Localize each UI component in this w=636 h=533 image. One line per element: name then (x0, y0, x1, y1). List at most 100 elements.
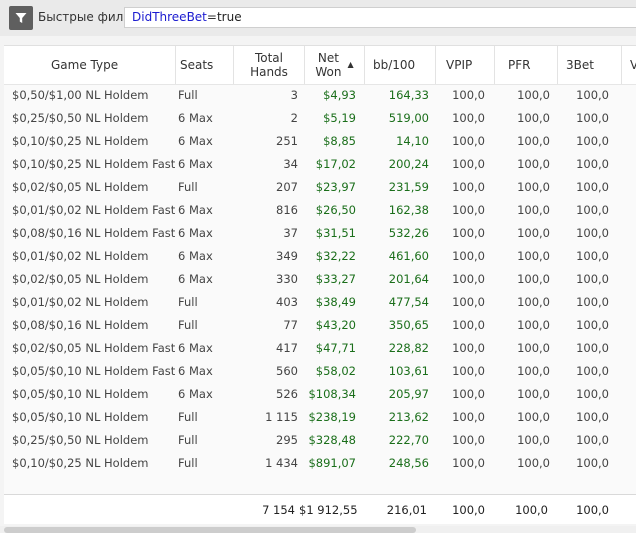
col-header-total-hands[interactable]: Total Hands (234, 46, 305, 84)
col-header-next[interactable]: V (622, 46, 636, 84)
col-header-net-won[interactable]: Net Won ▲ (305, 46, 365, 84)
cell-net-won: $328,48 (308, 433, 356, 447)
cell-bb100: 164,33 (388, 88, 429, 102)
query-operator: = (206, 10, 217, 24)
table-row[interactable]: $0,02/$0,05 NL Holdem Fast 6 Max 417 $47,71… (4, 337, 636, 360)
table-row[interactable]: $0,08/$0,16 NL Holdem Full 77 $43,20 350,65 1… (4, 314, 636, 337)
cell-total-hands: 417 (276, 341, 298, 355)
cell-game-type: $0,02/$0,05 NL Holdem Fast (12, 341, 176, 355)
cell-vpip: 100,0 (452, 157, 485, 171)
col-header-seats[interactable]: Seats (176, 46, 234, 84)
cell-pfr: 100,0 (517, 88, 550, 102)
col-header-vpip[interactable]: VPIP (436, 46, 495, 84)
table-row[interactable]: $0,10/$0,25 NL Holdem 6 Max 251 $8,85 14,10 1… (4, 130, 636, 153)
cell-seats: Full (178, 295, 198, 309)
cell-game-type: $0,05/$0,10 NL Holdem (12, 410, 149, 424)
cell-total-hands: 295 (276, 433, 298, 447)
col-header-3bet[interactable]: 3Bet (558, 46, 622, 84)
table-row[interactable]: $0,10/$0,25 NL Holdem Full 1 434 $891,07 248… (4, 452, 636, 475)
col-header-total-hands-text: Total Hands (250, 51, 288, 79)
cell-vpip: 100,0 (452, 134, 485, 148)
table-row[interactable]: $0,01/$0,02 NL Holdem Full 403 $38,49 477,54… (4, 291, 636, 314)
cell-seats: 6 Max (178, 111, 213, 125)
table-row[interactable]: $0,25/$0,50 NL Holdem Full 295 $328,48 222,7… (4, 429, 636, 452)
table-row[interactable]: $0,10/$0,25 NL Holdem Fast 6 Max 34 $17,02 2… (4, 153, 636, 176)
cell-total-hands: 330 (276, 272, 298, 286)
cell-vpip: 100,0 (452, 318, 485, 332)
cell-bb100: 532,26 (388, 226, 429, 240)
cell-total-hands: 77 (283, 318, 298, 332)
col-header-bb100-label: bb/100 (373, 58, 416, 72)
scrollbar-thumb[interactable] (4, 527, 416, 533)
quick-filter-bar: Быстрые фильт DidThreeBet=true (0, 0, 636, 36)
cell-bb100: 461,60 (388, 249, 429, 263)
cell-3bet: 100,0 (576, 456, 609, 470)
cell-bb100: 228,82 (388, 341, 429, 355)
total-pfr: 100,0 (515, 503, 548, 517)
cell-total-hands: 560 (276, 364, 298, 378)
cell-3bet: 100,0 (576, 88, 609, 102)
cell-bb100: 213,62 (388, 410, 429, 424)
cell-total-hands: 3 (290, 88, 298, 102)
cell-seats: 6 Max (178, 226, 213, 240)
cell-bb100: 519,00 (388, 111, 429, 125)
cell-bb100: 200,24 (388, 157, 429, 171)
cell-game-type: $0,05/$0,10 NL Holdem (12, 387, 149, 401)
cell-vpip: 100,0 (452, 249, 485, 263)
col-header-total-hands-line1: Total (254, 51, 283, 65)
cell-net-won: $47,71 (315, 341, 356, 355)
cell-total-hands: 34 (283, 157, 298, 171)
col-header-next-label: V (630, 58, 636, 72)
cell-game-type: $0,25/$0,50 NL Holdem (12, 111, 149, 125)
cell-bb100: 205,97 (388, 387, 429, 401)
table-row[interactable]: $0,01/$0,02 NL Holdem Fast 6 Max 816 $26,50… (4, 199, 636, 222)
table-row[interactable]: $0,50/$1,00 NL Holdem Full 3 $4,93 164,33 100… (4, 84, 636, 107)
table-row[interactable]: $0,25/$0,50 NL Holdem 6 Max 2 $5,19 519,00 10… (4, 107, 636, 130)
cell-vpip: 100,0 (452, 88, 485, 102)
cell-seats: 6 Max (178, 249, 213, 263)
table-row[interactable]: $0,08/$0,16 NL Holdem Fast 6 Max 37 $31,51 5… (4, 222, 636, 245)
table-row[interactable]: $0,01/$0,02 NL Holdem 6 Max 349 $32,22 461,6… (4, 245, 636, 268)
col-header-game-type[interactable]: Game Type (4, 46, 176, 84)
cell-bb100: 222,70 (388, 433, 429, 447)
table-row[interactable]: $0,02/$0,05 NL Holdem 6 Max 330 $33,27 201,6… (4, 268, 636, 291)
horizontal-scrollbar[interactable] (0, 526, 636, 533)
cell-bb100: 103,61 (388, 364, 429, 378)
cell-seats: 6 Max (178, 157, 213, 171)
cell-vpip: 100,0 (452, 387, 485, 401)
col-header-net-won-line1: Net (317, 51, 339, 65)
table-header: Game Type Seats Total Hands Net Won ▲ bb/1… (4, 46, 636, 85)
cell-3bet: 100,0 (576, 180, 609, 194)
table-row[interactable]: $0,02/$0,05 NL Holdem Full 207 $23,97 231,59… (4, 176, 636, 199)
cell-vpip: 100,0 (452, 456, 485, 470)
cell-seats: Full (178, 433, 198, 447)
cell-3bet: 100,0 (576, 249, 609, 263)
table-row[interactable]: $0,05/$0,10 NL Holdem Fast 6 Max 560 $58,02… (4, 360, 636, 383)
cell-game-type: $0,02/$0,05 NL Holdem (12, 272, 149, 286)
cell-net-won: $5,19 (323, 111, 356, 125)
cell-vpip: 100,0 (452, 433, 485, 447)
cell-vpip: 100,0 (452, 272, 485, 286)
cell-net-won: $891,07 (308, 456, 356, 470)
total-vpip: 100,0 (452, 503, 485, 517)
cell-seats: 6 Max (178, 272, 213, 286)
table-row[interactable]: $0,05/$0,10 NL Holdem Full 1 115 $238,19 213… (4, 406, 636, 429)
cell-pfr: 100,0 (517, 410, 550, 424)
cell-seats: Full (178, 456, 198, 470)
cell-net-won: $4,93 (323, 88, 356, 102)
cell-total-hands: 2 (290, 111, 298, 125)
col-header-bb100[interactable]: bb/100 (365, 46, 436, 84)
cell-net-won: $23,97 (315, 180, 356, 194)
cell-pfr: 100,0 (517, 272, 550, 286)
filter-button[interactable] (9, 6, 33, 30)
cell-3bet: 100,0 (576, 157, 609, 171)
cell-seats: Full (178, 88, 198, 102)
col-header-pfr[interactable]: PFR (495, 46, 558, 84)
query-field: DidThreeBet (132, 10, 207, 24)
col-header-seats-label: Seats (180, 58, 214, 72)
cell-game-type: $0,25/$0,50 NL Holdem (12, 433, 149, 447)
table-row[interactable]: $0,05/$0,10 NL Holdem 6 Max 526 $108,34 205,… (4, 383, 636, 406)
filter-query-input[interactable]: DidThreeBet=true (124, 7, 636, 28)
col-header-pfr-label: PFR (508, 58, 531, 72)
cell-net-won: $31,51 (315, 226, 356, 240)
